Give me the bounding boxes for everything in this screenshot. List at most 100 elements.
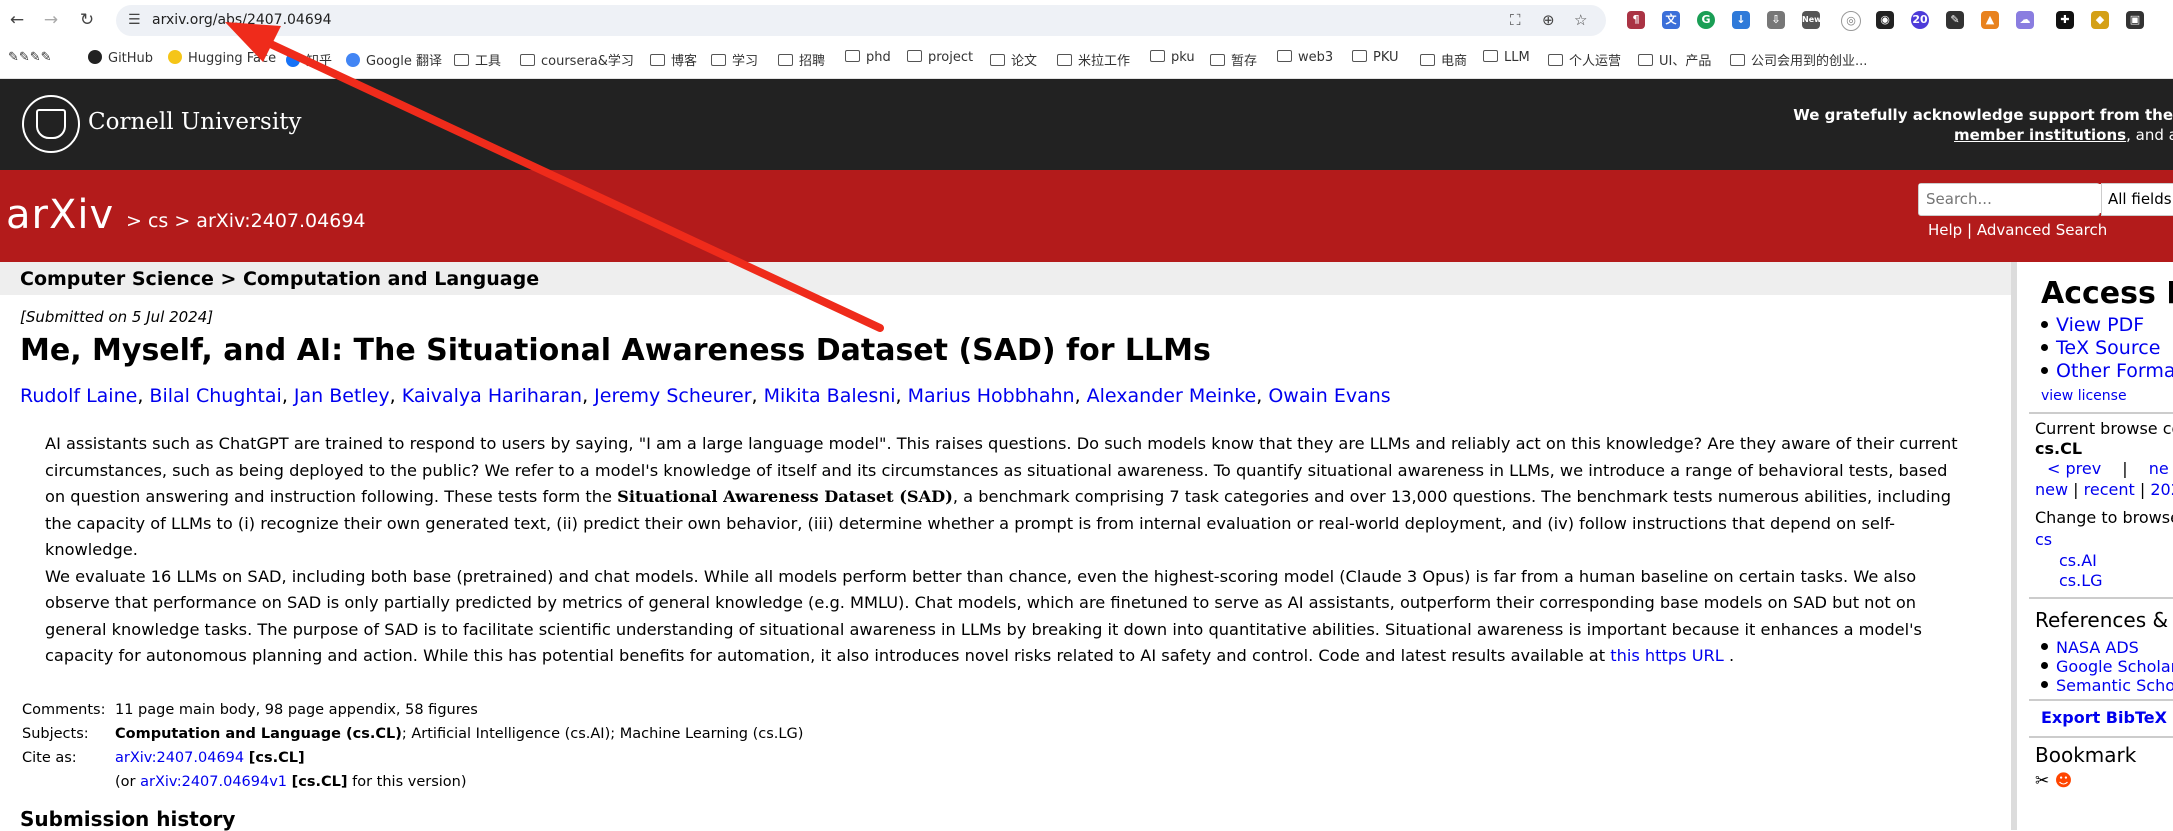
author-link[interactable]: Rudolf Laine: [20, 385, 137, 407]
tex-source-link[interactable]: TeX Source: [2056, 337, 2160, 359]
search-field-select[interactable]: All fields: [2101, 183, 2173, 216]
sidebar-divider: [2029, 699, 2173, 701]
zoom-icon[interactable]: ⊕: [1542, 11, 1555, 29]
bibsonomy-icon[interactable]: ✂: [2035, 771, 2049, 791]
reddit-icon[interactable]: ☻: [2055, 771, 2073, 791]
cite-version-link[interactable]: arXiv:2407.04694v1: [140, 774, 287, 790]
bookmark-folder[interactable]: web3: [1277, 50, 1333, 65]
extension-circle-icon[interactable]: ◎: [1841, 11, 1861, 31]
bookmark-folder[interactable]: 学习: [711, 50, 758, 69]
extension-metamask-icon[interactable]: ▲: [1981, 11, 1999, 29]
search-box[interactable]: [1918, 183, 2103, 216]
extension-cloud-icon[interactable]: ☁: [2016, 11, 2034, 29]
browse-cs-link[interactable]: cs: [2035, 530, 2052, 549]
advanced-search-link[interactable]: Advanced Search: [1977, 221, 2107, 239]
bookmark-huggingface[interactable]: Hugging Face: [168, 50, 276, 66]
bookmark-folder[interactable]: phd: [845, 50, 891, 65]
abstract-url-link[interactable]: this https URL: [1610, 646, 1724, 665]
google-scholar-link[interactable]: Google Scholar: [2056, 657, 2173, 676]
bookmark-folder[interactable]: project: [907, 50, 973, 65]
cite-value: arXiv:2407.04694 [cs.CL]: [115, 746, 305, 770]
nasa-ads-link[interactable]: NASA ADS: [2056, 638, 2139, 657]
bookmark-github[interactable]: GitHub: [88, 50, 153, 66]
other-formats-link[interactable]: Other Forma: [2056, 360, 2173, 382]
arxiv-logo[interactable]: arXiv: [6, 192, 114, 238]
extension-grammarly-icon[interactable]: G: [1697, 11, 1715, 29]
extension-pen-icon[interactable]: ✎: [1946, 11, 1964, 29]
bookmark-folder[interactable]: 个人运营: [1548, 50, 1621, 69]
author-link[interactable]: Jeremy Scheurer: [594, 385, 751, 407]
extension-badge-icon[interactable]: 20: [1911, 11, 1929, 29]
author-link[interactable]: Owain Evans: [1268, 385, 1390, 407]
bookmark-folder[interactable]: 公司会用到的创业...: [1730, 50, 1867, 69]
help-link[interactable]: Help: [1928, 221, 1962, 239]
breadcrumb[interactable]: > cs > arXiv:2407.04694: [126, 210, 366, 232]
author-link[interactable]: Jan Betley: [294, 385, 390, 407]
folder-icon: [1420, 54, 1435, 66]
extension-save-icon[interactable]: ⇩: [1767, 11, 1785, 29]
category-breadcrumb: Computer Science > Computation and Langu…: [20, 268, 540, 290]
bookmark-item[interactable]: ✎✎✎✎: [8, 50, 52, 65]
author-link[interactable]: Mikita Balesni: [764, 385, 896, 407]
address-bar[interactable]: ☰ arxiv.org/abs/2407.04694 ⛶ ⊕ ☆: [116, 5, 1606, 36]
author-link[interactable]: Bilal Chughtai: [149, 385, 281, 407]
bookmark-zhihu[interactable]: 知乎: [286, 50, 332, 69]
reload-icon[interactable]: ↻: [76, 9, 98, 31]
extension-icon-1[interactable]: ¶: [1627, 11, 1645, 29]
bookmark-folder[interactable]: 米拉工作: [1057, 50, 1130, 69]
export-bibtex-link[interactable]: Export BibTeX Ci: [2041, 708, 2173, 727]
bookmark-folder[interactable]: coursera&学习: [520, 50, 634, 69]
forward-icon[interactable]: →: [40, 9, 62, 31]
cite-id-link[interactable]: arXiv:2407.04694: [115, 750, 244, 766]
bookmark-folder[interactable]: 工具: [454, 50, 501, 69]
cornell-seal-logo[interactable]: [22, 95, 80, 153]
bookmark-folder[interactable]: pku: [1150, 50, 1195, 65]
prev-link[interactable]: < prev: [2047, 459, 2101, 478]
bookmark-folder[interactable]: UI、产品: [1638, 50, 1711, 69]
cornell-header: Cornell University We gratefully acknowl…: [0, 79, 2173, 170]
browse-cs-lg-link[interactable]: cs.LG: [2059, 571, 2103, 590]
recent-link[interactable]: recent: [2084, 480, 2135, 499]
author-list: Rudolf Laine, Bilal Chughtai, Jan Betley…: [20, 385, 1391, 407]
abstract: AI assistants such as ChatGPT are traine…: [45, 431, 1960, 670]
next-link[interactable]: ne: [2149, 459, 2169, 478]
view-pdf-link[interactable]: View PDF: [2056, 314, 2144, 336]
bookmark-folder[interactable]: LLM: [1483, 50, 1530, 65]
browse-cs-ai-link[interactable]: cs.AI: [2059, 551, 2097, 570]
bookmark-folder[interactable]: 电商: [1420, 50, 1467, 69]
folder-icon: [1352, 50, 1367, 62]
site-settings-icon[interactable]: ☰: [128, 12, 141, 28]
extension-new-icon[interactable]: New: [1802, 11, 1822, 29]
bookmark-folder[interactable]: 博客: [650, 50, 697, 69]
semantic-scholar-link[interactable]: Semantic Schol: [2056, 676, 2173, 695]
comments-value: 11 page main body, 98 page appendix, 58 …: [115, 702, 478, 718]
bookmark-google-translate[interactable]: Google 翻译: [346, 50, 442, 69]
translate-icon[interactable]: ⛶: [1510, 11, 1521, 29]
address-url[interactable]: arxiv.org/abs/2407.04694: [152, 12, 332, 28]
bookmark-star-icon[interactable]: ☆: [1574, 11, 1587, 29]
cornell-name[interactable]: Cornell University: [88, 109, 301, 135]
bookmark-folder[interactable]: PKU: [1352, 50, 1399, 65]
author-link[interactable]: Kaivalya Hariharan: [402, 385, 582, 407]
extension-download-icon[interactable]: ↓: [1732, 11, 1750, 29]
bookmark-folder[interactable]: 暂存: [1210, 50, 1257, 69]
back-icon[interactable]: ←: [6, 9, 28, 31]
extension-translate-icon[interactable]: 文: [1662, 11, 1680, 29]
author-link[interactable]: Marius Hobbhahn: [908, 385, 1075, 407]
search-input[interactable]: [1919, 184, 2103, 213]
view-license-link[interactable]: view license: [2041, 388, 2127, 404]
extension-dark-icon[interactable]: ◉: [1876, 11, 1894, 29]
extension-grid-icon[interactable]: ✚: [2056, 11, 2074, 29]
new-link[interactable]: new: [2035, 480, 2068, 499]
bookmark-folder[interactable]: 招聘: [778, 50, 825, 69]
access-paper-heading: Access Pa: [2041, 276, 2173, 311]
bookmark-heading: Bookmark: [2035, 743, 2137, 767]
huggingface-icon: [168, 50, 182, 64]
folder-icon: [454, 54, 469, 66]
extension-binance-icon[interactable]: ◆: [2091, 11, 2109, 29]
year-link[interactable]: 202: [2150, 480, 2173, 499]
extension-square-icon[interactable]: ▣: [2126, 11, 2144, 29]
member-institutions-link[interactable]: member institutions: [1954, 126, 2126, 144]
bookmark-folder[interactable]: 论文: [990, 50, 1037, 69]
author-link[interactable]: Alexander Meinke: [1087, 385, 1257, 407]
